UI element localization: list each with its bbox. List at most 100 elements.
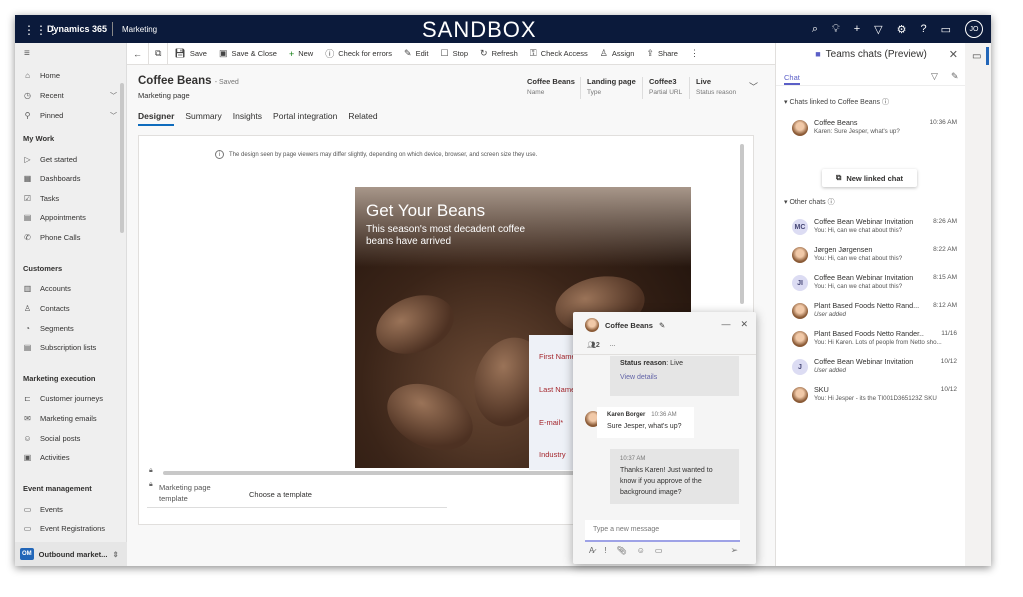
- sidebar-item-accounts[interactable]: ▥Accounts: [23, 284, 123, 293]
- back-button[interactable]: ←: [127, 49, 148, 59]
- new-linked-chat-button[interactable]: ⧉New linked chat: [822, 169, 917, 187]
- more-commands-button[interactable]: ⋮: [684, 48, 705, 59]
- emoji-icon[interactable]: ☺: [637, 546, 645, 555]
- template-value[interactable]: Choose a template: [249, 490, 312, 499]
- divider: [689, 77, 690, 99]
- section-customers: Customers: [23, 264, 62, 273]
- search-icon[interactable]: ⌕: [812, 23, 818, 36]
- refresh-button[interactable]: ↻Refresh: [474, 48, 524, 59]
- plus-icon[interactable]: +: [854, 23, 860, 35]
- chat-list-item[interactable]: Plant Based Foods Netto Rander...11/16Yo…: [792, 329, 957, 353]
- stop-button[interactable]: ☐Stop: [435, 48, 475, 59]
- close-icon[interactable]: ✕: [740, 319, 748, 330]
- form-field-first-name[interactable]: First Name: [539, 352, 576, 361]
- sidebar-item-dashboards[interactable]: ▦Dashboards: [23, 174, 123, 183]
- chat-preview: You: Hi, can we chat about this?: [814, 283, 959, 290]
- sidebar-item-appointments[interactable]: ▤Appointments: [23, 213, 123, 222]
- header-field-name: Coffee BeansName: [527, 77, 575, 96]
- tab-summary[interactable]: Summary: [185, 111, 221, 126]
- view-details-link[interactable]: View details: [620, 374, 657, 381]
- tab-related[interactable]: Related: [348, 111, 377, 126]
- filter-icon[interactable]: ▽: [874, 23, 882, 36]
- chat-list-item[interactable]: MCCoffee Bean Webinar Invitation8:26 AMY…: [792, 217, 957, 241]
- sidebar-item-events[interactable]: ▭Events: [23, 505, 123, 514]
- check-errors-button[interactable]: ⓘCheck for errors: [319, 47, 398, 60]
- sidebar-item-get-started[interactable]: ▷Get started: [23, 155, 123, 164]
- minimize-icon[interactable]: —: [721, 319, 730, 330]
- check-access-button[interactable]: ⚿Check Access: [524, 48, 594, 59]
- tab-portal-integration[interactable]: Portal integration: [273, 111, 337, 126]
- more-options-button[interactable]: ...: [610, 341, 616, 349]
- filter-icon[interactable]: ▽: [931, 71, 938, 82]
- tab-chat[interactable]: Chat: [784, 73, 800, 85]
- gear-icon[interactable]: ⚙: [897, 23, 907, 36]
- pencil-icon[interactable]: ✎: [659, 321, 665, 330]
- chevron-down-icon[interactable]: ﹀: [110, 91, 117, 101]
- sidebar-item-event-registrations[interactable]: ▭Event Registrations: [23, 524, 123, 533]
- edit-button[interactable]: ✎Edit: [398, 48, 434, 59]
- sidebar-item-pinned[interactable]: ⚲Pinned﹀: [23, 111, 123, 120]
- tab-designer[interactable]: Designer: [138, 111, 174, 126]
- chat-icon[interactable]: ▭: [941, 23, 951, 36]
- compose-icon[interactable]: ✎: [951, 71, 959, 82]
- participants-button[interactable]: 👥︎2: [587, 341, 600, 349]
- button-label: Edit: [416, 49, 429, 58]
- sidebar-item-recent[interactable]: ◷Recent﹀: [23, 91, 123, 100]
- user-avatar[interactable]: JO: [965, 20, 983, 38]
- chat-list-item[interactable]: JICoffee Bean Webinar Invitation8:15 AMY…: [792, 273, 957, 297]
- sidebar-item-customer-journeys[interactable]: ⊏Customer journeys: [23, 394, 123, 403]
- hamburger-icon[interactable]: ≡: [24, 48, 30, 59]
- new-button[interactable]: +New: [283, 49, 319, 59]
- app-name[interactable]: Dynamics 365: [47, 24, 107, 34]
- chat-list-item[interactable]: SKU10/12You: Hi Jesper - its the TI001D3…: [792, 385, 957, 409]
- sidebar-item-label: Social posts: [40, 434, 80, 443]
- save-button[interactable]: 💾︎Save: [168, 48, 213, 59]
- designer-note: iThe design seen by page viewers may dif…: [215, 150, 537, 159]
- building-icon: ▥: [23, 284, 32, 293]
- chat-list-item[interactable]: Coffee Beans10:36 AMKaren: Sure Jesper, …: [792, 118, 957, 142]
- attach-icon[interactable]: 📎︎: [617, 546, 627, 555]
- sidebar-item-segments[interactable]: ◔Segments: [23, 324, 123, 333]
- sidebar-item-subscription-lists[interactable]: ▤Subscription lists: [23, 343, 123, 352]
- sidebar-item-home[interactable]: ⌂Home: [23, 71, 123, 80]
- sidebar-item-contacts[interactable]: ♙Contacts: [23, 304, 123, 313]
- other-chats-header[interactable]: ▾ Other chats ⓘ: [784, 197, 835, 207]
- assign-button[interactable]: ♙Assign: [594, 48, 641, 59]
- canvas-vertical-scrollbar[interactable]: [740, 144, 744, 304]
- chevron-down-icon[interactable]: ﹀: [110, 111, 117, 121]
- home-icon: ⌂: [23, 71, 32, 80]
- canvas-horizontal-scrollbar[interactable]: [163, 471, 593, 475]
- share-button[interactable]: ⇪Share: [640, 48, 684, 59]
- chat-list-item[interactable]: JCoffee Bean Webinar Invitation10/12User…: [792, 357, 957, 381]
- help-icon[interactable]: ?: [920, 23, 926, 35]
- lightbulb-icon[interactable]: 💡︎: [832, 23, 840, 36]
- save-close-button[interactable]: ▣Save & Close: [213, 48, 283, 59]
- chat-list-item[interactable]: Plant Based Foods Netto Rand...8:12 AMUs…: [792, 301, 957, 325]
- open-new-window-button[interactable]: ⧉: [149, 48, 167, 59]
- close-icon[interactable]: ✕: [949, 48, 958, 61]
- button-label: Check Access: [541, 49, 588, 58]
- format-icon[interactable]: A̷: [589, 546, 594, 555]
- dashboard-icon: ▦: [23, 174, 32, 183]
- form-field-last-name[interactable]: Last Name: [539, 385, 575, 394]
- sidebar-item-marketing-emails[interactable]: ✉Marketing emails: [23, 414, 123, 423]
- arrow-left-icon: ←: [133, 49, 142, 59]
- send-icon[interactable]: ➢: [730, 545, 738, 556]
- tab-insights[interactable]: Insights: [233, 111, 262, 126]
- chevron-down-icon[interactable]: ﹀: [749, 80, 758, 93]
- sidebar-item-activities[interactable]: ▣Activities: [23, 453, 123, 462]
- message-input[interactable]: Type a new message: [585, 520, 740, 542]
- form-field-industry[interactable]: Industry: [539, 450, 566, 459]
- linked-chats-header[interactable]: ▾ Chats linked to Coffee Beans ⓘ: [784, 97, 889, 107]
- sidebar-item-phone-calls[interactable]: ✆Phone Calls: [23, 233, 123, 242]
- chat-list-item[interactable]: Jørgen Jørgensen8:22 AMYou: Hi, can we c…: [792, 245, 957, 269]
- chat-icon[interactable]: ▭: [972, 51, 981, 62]
- workspace-switcher[interactable]: OMOutbound market...⇕: [15, 542, 127, 566]
- gif-icon[interactable]: ▭: [655, 546, 663, 555]
- module-name[interactable]: Marketing: [122, 25, 157, 34]
- form-field-email[interactable]: E-mail*: [539, 418, 563, 427]
- sidebar-item-tasks[interactable]: ☑Tasks: [23, 194, 123, 203]
- priority-icon[interactable]: !: [604, 546, 606, 555]
- top-header: ⋮⋮⋮ Dynamics 365 Marketing SANDBOX ⌕ 💡︎ …: [15, 15, 991, 43]
- sidebar-item-social-posts[interactable]: ☺Social posts: [23, 434, 123, 443]
